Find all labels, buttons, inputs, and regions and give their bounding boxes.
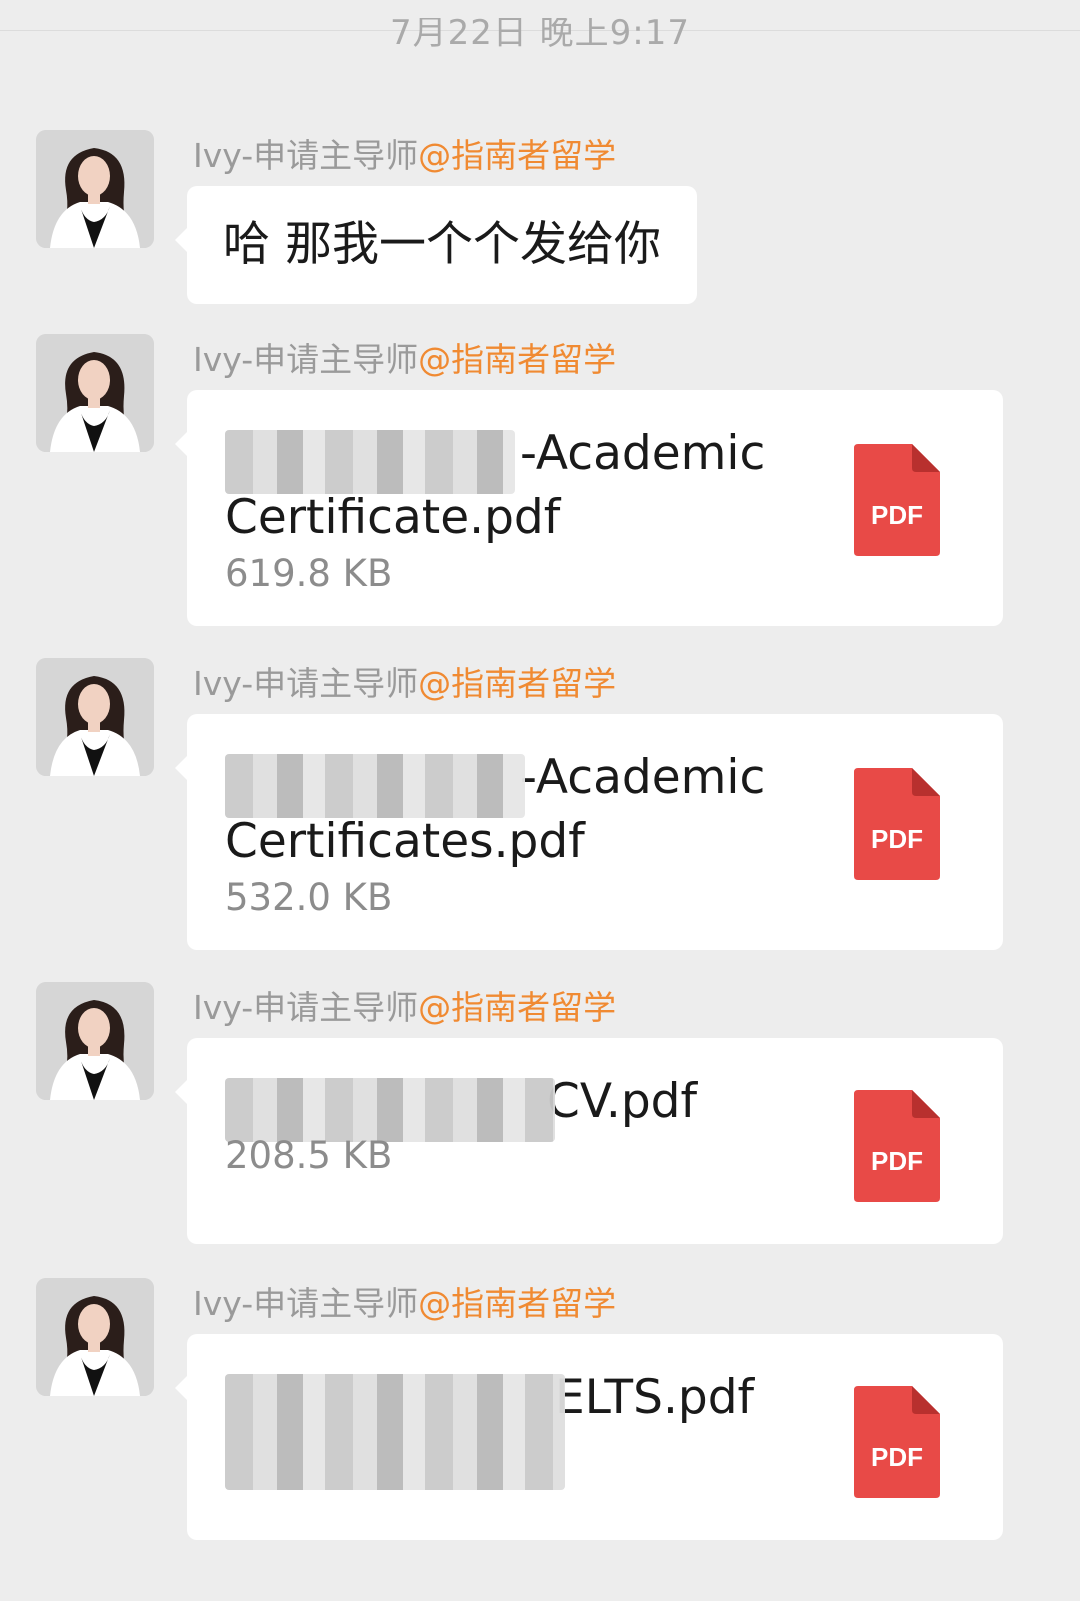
redacted-text [225, 754, 525, 818]
sender-label: Ivy-申请主导师@指南者留学 [193, 662, 616, 706]
pdf-file-icon: PDF [854, 768, 940, 880]
file-name-line: Certificates.pdf [225, 814, 585, 869]
file-name-line: Certificate.pdf [225, 490, 561, 545]
redacted-text [225, 430, 515, 494]
avatar[interactable] [36, 1278, 154, 1396]
pdf-file-icon: PDF [854, 1386, 940, 1498]
avatar[interactable] [36, 982, 154, 1100]
sender-org: @指南者留学 [418, 340, 617, 379]
avatar[interactable] [36, 334, 154, 452]
sender-name: Ivy-申请主导师 [193, 340, 419, 379]
pdf-icon-label: PDF [871, 824, 923, 854]
message-text: 哈 那我一个个发给你 [223, 217, 661, 272]
file-bubble[interactable]: CV.pdf 208.5 KB PDF [175, 1038, 1003, 1244]
sender-label: Ivy-申请主导师@指南者留学 [193, 338, 616, 382]
watermark: 指南者留学 [850, 1508, 1000, 1543]
redacted-text [225, 1078, 555, 1142]
pdf-icon-label: PDF [871, 1442, 923, 1472]
file-size: 532.0 KB [225, 876, 393, 919]
sender-label: Ivy-申请主导师@指南者留学 [193, 134, 616, 178]
file-bubble[interactable]: -Academic Certificates.pdf 532.0 KB PDF [175, 714, 1003, 950]
pdf-file-icon: PDF [854, 444, 940, 556]
file-bubble[interactable]: -Academic Certificate.pdf 619.8 KB PDF [175, 390, 1003, 626]
sender-label: Ivy-申请主导师@指南者留学 [193, 986, 616, 1030]
sender-name: Ivy-申请主导师 [193, 664, 419, 703]
file-size: 208.5 KB [225, 1134, 393, 1177]
pdf-icon-label: PDF [871, 500, 923, 530]
sender-name: Ivy-申请主导师 [193, 136, 419, 175]
sender-org: @指南者留学 [418, 1284, 617, 1323]
pdf-file-icon: PDF [854, 1090, 940, 1202]
sender-org: @指南者留学 [418, 988, 617, 1027]
pdf-icon-label: PDF [871, 1146, 923, 1176]
file-size: 619.8 KB [225, 552, 393, 595]
sender-org: @指南者留学 [418, 136, 617, 175]
chat-timestamp: 7月22日 晚上9:17 [389, 18, 691, 53]
sender-name: Ivy-申请主导师 [193, 988, 419, 1027]
avatar[interactable] [36, 658, 154, 776]
sender-name: Ivy-申请主导师 [193, 1284, 419, 1323]
sender-org: @指南者留学 [418, 664, 617, 703]
text-bubble[interactable]: 哈 那我一个个发给你 [175, 186, 697, 304]
redacted-text [225, 1374, 565, 1490]
avatar[interactable] [36, 130, 154, 248]
sender-label: Ivy-申请主导师@指南者留学 [193, 1282, 616, 1326]
